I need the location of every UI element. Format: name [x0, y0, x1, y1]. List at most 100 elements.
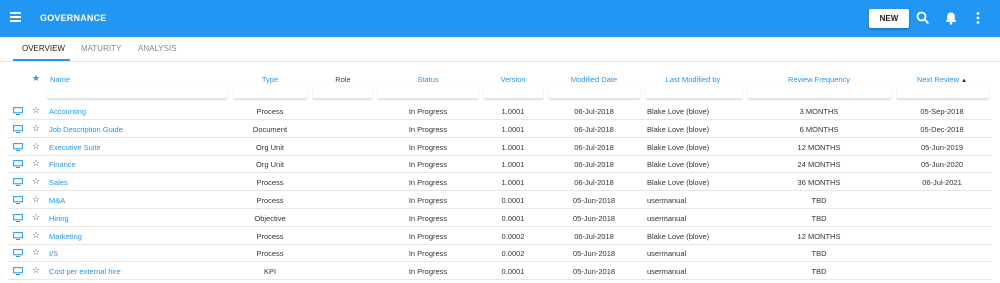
table-row[interactable]: ☆ Marketing Process In Progress 0.0002 06-Jul…	[8, 227, 992, 245]
status-filter-input[interactable]	[378, 85, 478, 99]
monitor-icon[interactable]	[13, 267, 23, 276]
row-name-link[interactable]: M&A	[49, 196, 65, 205]
row-review-frequency: TBD	[811, 267, 827, 277]
row-version: 0.0001	[501, 196, 525, 205]
row-modified-date: 06-Jul-2018	[574, 160, 614, 170]
favorite-star-icon[interactable]: ☆	[32, 265, 40, 276]
column-header-type[interactable]: Type	[262, 75, 278, 84]
more-vert-icon[interactable]	[970, 10, 986, 26]
last-modified-by-filter-input[interactable]	[646, 85, 742, 99]
column-header-name[interactable]: Name	[50, 75, 70, 84]
next-review-filter-input[interactable]	[897, 85, 989, 99]
row-name-link[interactable]: I/S	[49, 249, 58, 258]
hamburger-menu-icon[interactable]	[10, 12, 21, 23]
table-row[interactable]: ☆ Finance Org Unit In Progress 1.0001 06-Jul-…	[8, 155, 992, 174]
name-filter-input[interactable]	[47, 85, 227, 99]
column-header-last-modified-by[interactable]: Last Modified by	[666, 75, 721, 84]
favorite-star-icon[interactable]: ☆	[32, 105, 40, 116]
row-status: In Progress	[408, 267, 448, 277]
search-icon[interactable]	[915, 10, 931, 26]
row-status: In Progress	[408, 124, 448, 134]
row-type: Process	[256, 249, 284, 259]
table-row[interactable]: ☆ Hiring Objective In Progress 0.0001 05-Jun-…	[8, 209, 992, 227]
row-name-link[interactable]: Finance	[49, 160, 76, 169]
row-modified-by: usermanual	[647, 267, 687, 277]
row-modified-by: usermanual	[647, 196, 687, 205]
row-review-frequency: 36 MONTHS	[797, 178, 841, 188]
column-header-version[interactable]: Version	[500, 75, 525, 84]
row-name-link[interactable]: Hiring	[49, 214, 69, 223]
monitor-icon[interactable]	[13, 196, 23, 204]
monitor-icon[interactable]	[13, 249, 23, 258]
row-next-review: 06-Jul-2021	[922, 178, 962, 188]
type-filter-input[interactable]	[234, 85, 307, 99]
table-row[interactable]: ☆ Cost per external hire KPI In Progress 0.0…	[8, 262, 992, 281]
monitor-icon[interactable]	[13, 213, 23, 222]
row-name-link[interactable]: Job Description Guide	[49, 125, 123, 134]
row-name-link[interactable]: Cost per external hire	[49, 267, 121, 276]
modified-date-filter-input[interactable]	[549, 85, 640, 99]
row-modified-by: Blake Love (blove)	[647, 107, 710, 116]
row-status: In Progress	[408, 196, 448, 205]
table-row[interactable]: ☆ Accounting Process In Progress 1.0001 06-Ju…	[8, 102, 992, 120]
table-row[interactable]: ☆ I/S Process In Progress 0.0002 05-Jun-2018 u…	[8, 244, 992, 263]
favorite-star-icon[interactable]: ☆	[32, 141, 40, 152]
sort-ascending-icon: ▲	[961, 78, 968, 84]
row-next-review: 05-Dec-2018	[920, 124, 964, 134]
table-row[interactable]: ☆ Job Description Guide Document In Progres…	[8, 120, 992, 138]
role-filter-input[interactable]	[313, 85, 372, 99]
row-status: In Progress	[408, 142, 448, 152]
row-review-frequency: 12 MONTHS	[797, 142, 841, 152]
row-modified-date: 05-Jun-2018	[572, 249, 616, 259]
table-row[interactable]: ☆ Executive Suite Org Unit In Progress 1.000…	[8, 138, 992, 156]
favorite-star-icon[interactable]: ☆	[32, 194, 40, 205]
new-button[interactable]: NEW	[869, 9, 909, 28]
favorite-star-icon[interactable]: ☆	[32, 247, 40, 258]
row-type: Process	[256, 107, 284, 116]
row-review-frequency: 12 MONTHS	[797, 231, 841, 241]
tab-analysis[interactable]: ANALYSIS	[138, 44, 177, 53]
row-name-link[interactable]: Sales	[49, 178, 68, 187]
row-modified-by: usermanual	[647, 213, 687, 223]
bell-icon[interactable]	[943, 10, 959, 26]
row-modified-date: 06-Jul-2018	[574, 107, 614, 116]
version-filter-input[interactable]	[484, 85, 543, 99]
favorite-star-icon[interactable]: ☆	[32, 230, 40, 241]
app-bar: GOVERNANCE NEW	[0, 0, 1000, 37]
favorite-star-icon[interactable]: ☆	[32, 212, 40, 223]
row-version: 1.0001	[501, 160, 525, 170]
monitor-icon[interactable]	[13, 231, 23, 240]
row-name-link[interactable]: Accounting	[49, 107, 86, 116]
table-row[interactable]: ☆ M&A Process In Progress 0.0001 05-Jun-2018 u…	[8, 191, 992, 209]
tab-maturity[interactable]: MATURITY	[81, 44, 121, 53]
favorite-star-icon[interactable]: ☆	[32, 176, 40, 187]
row-review-frequency: TBD	[811, 249, 827, 259]
column-header-status[interactable]: Status	[417, 75, 438, 84]
monitor-icon[interactable]	[13, 124, 23, 133]
tab-bar: OVERVIEW MATURITY ANALYSIS	[0, 37, 1000, 62]
table-row[interactable]: ☆ Sales Process In Progress 1.0001 06-Jul-201…	[8, 173, 992, 192]
row-version: 1.0001	[501, 124, 525, 134]
row-modified-date: 05-Jun-2018	[572, 196, 616, 205]
tab-overview[interactable]: OVERVIEW	[22, 44, 65, 53]
row-modified-date: 05-Jun-2018	[572, 267, 616, 277]
row-status: In Progress	[408, 178, 448, 188]
favorite-column-star-icon[interactable]: ★	[32, 73, 40, 84]
row-name-link[interactable]: Executive Suite	[49, 143, 101, 152]
favorite-star-icon[interactable]: ☆	[32, 123, 40, 134]
monitor-icon[interactable]	[13, 160, 23, 169]
row-modified-by: Blake Love (blove)	[647, 178, 710, 188]
row-modified-date: 05-Jun-2018	[572, 213, 616, 223]
monitor-icon[interactable]	[13, 142, 23, 151]
column-header-next-review[interactable]: Next Review ▲	[917, 75, 967, 84]
monitor-icon[interactable]	[13, 178, 23, 187]
favorite-star-icon[interactable]: ☆	[32, 158, 40, 169]
active-tab-indicator	[13, 59, 70, 61]
column-header-review-frequency[interactable]: Review Frequency	[788, 75, 850, 84]
column-header-modified-date[interactable]: Modified Date	[571, 75, 617, 84]
monitor-icon[interactable]	[13, 107, 23, 115]
review-frequency-filter-input[interactable]	[748, 85, 891, 99]
row-name-link[interactable]: Marketing	[49, 232, 82, 241]
row-status: In Progress	[408, 249, 448, 259]
column-header-role[interactable]: Role	[335, 75, 350, 84]
